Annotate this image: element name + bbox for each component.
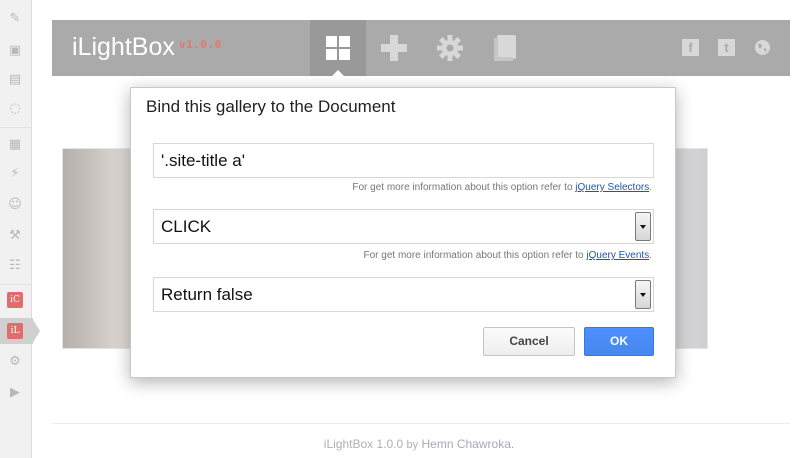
chevron-down-icon (640, 293, 646, 297)
help-period: . (649, 182, 652, 193)
help-period: . (649, 250, 652, 261)
chevron-down-icon (640, 225, 646, 229)
event-dropdown-button[interactable] (635, 212, 651, 241)
version-badge: v1.0.0 (179, 38, 222, 51)
comments-icon[interactable]: ◌ (7, 101, 23, 117)
grid-icon (326, 36, 350, 60)
plus-icon (381, 35, 407, 61)
facebook-icon[interactable]: f (682, 39, 699, 56)
book-icon (494, 35, 516, 61)
sidebar-active-arrow (32, 318, 40, 344)
active-tab-caret (331, 70, 345, 77)
pin-icon[interactable]: ✎ (7, 11, 23, 27)
appearance-icon[interactable]: ▦ (7, 137, 23, 153)
return-dropdown-button[interactable] (635, 280, 651, 309)
plugins-icon[interactable]: ⚡ (7, 166, 23, 182)
selector-field[interactable] (153, 143, 654, 178)
gear-icon[interactable]: ⚙ (7, 354, 23, 370)
footer-divider (52, 423, 790, 424)
sidebar-separator (0, 284, 32, 285)
plugin-header: iLightBox v1.0.0 f t (52, 20, 790, 77)
footer-app-version: iLightBox 1.0.0 (323, 437, 404, 451)
cancel-button[interactable]: Cancel (483, 327, 575, 356)
admin-sidebar: ✎ ▣ ▤ ◌ ▦ ⚡ ☺ ⚒ ☷ iC iL ⚙ ▶ (0, 0, 40, 458)
tools-icon[interactable]: ⚒ (7, 228, 23, 244)
globe-icon[interactable] (754, 39, 771, 56)
media-icon[interactable]: ▣ (7, 43, 23, 59)
ic-app-icon[interactable]: iC (7, 292, 23, 308)
twitter-icon[interactable]: t (718, 39, 735, 56)
event-select-value: CLICK (161, 217, 212, 236)
nav-add-button[interactable] (366, 20, 422, 76)
event-help-text: For get more information about this opti… (364, 250, 653, 261)
settings-icon[interactable]: ☷ (7, 258, 23, 274)
nav-docs-button[interactable] (478, 20, 534, 76)
footer-author-link[interactable]: Hemn Chawroka. (422, 437, 515, 451)
collapse-icon[interactable]: ▶ (7, 385, 23, 401)
footer: iLightBox 1.0.0 by Hemn Chawroka. (0, 437, 806, 451)
dialog-title: Bind this gallery to the Document (146, 97, 396, 116)
jquery-events-link[interactable]: jQuery Events (586, 250, 649, 261)
globe-shape (755, 40, 770, 55)
event-help-label: For get more information about this opti… (363, 250, 584, 261)
il-app-icon[interactable]: iL (7, 323, 23, 339)
nav-settings-button[interactable] (422, 20, 478, 76)
users-icon[interactable]: ☺ (7, 197, 23, 213)
gear-icon (437, 35, 463, 61)
return-select-value: Return false (161, 285, 253, 304)
footer-by: by (406, 439, 419, 451)
sidebar-separator (0, 127, 32, 128)
bind-gallery-dialog: Bind this gallery to the Document For ge… (130, 87, 676, 378)
selector-input[interactable] (154, 144, 653, 177)
nav-galleries-button[interactable] (310, 20, 366, 77)
pages-icon[interactable]: ▤ (7, 72, 23, 88)
ok-button[interactable]: OK (584, 327, 654, 356)
return-select[interactable]: Return false (153, 277, 654, 312)
event-select[interactable]: CLICK (153, 209, 654, 244)
app-title: iLightBox (72, 33, 175, 61)
selector-help-label: For get more information about this opti… (352, 182, 573, 193)
jquery-selectors-link[interactable]: jQuery Selectors (575, 182, 649, 193)
selector-help-text: For get more information about this opti… (352, 182, 652, 193)
